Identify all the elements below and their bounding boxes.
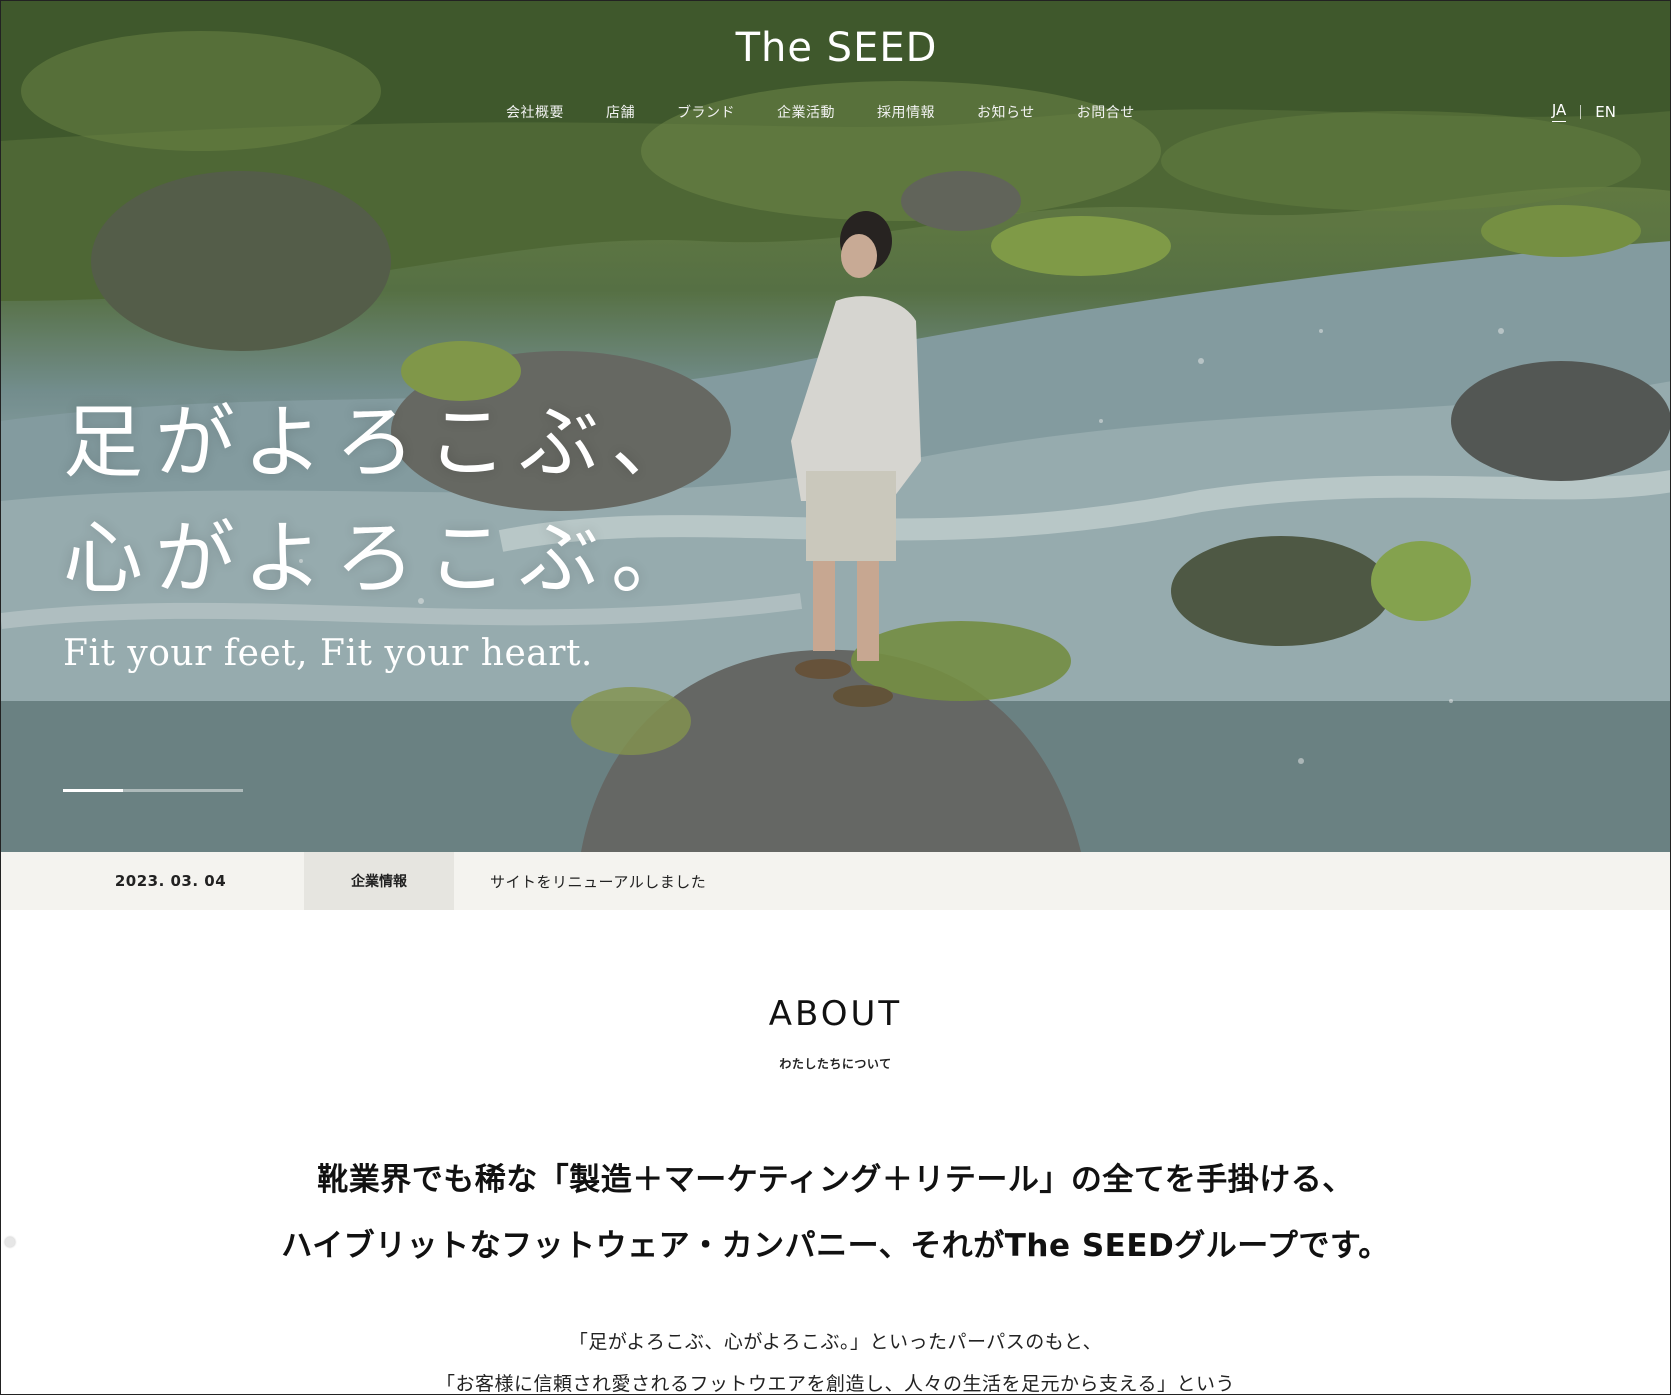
slider-dot-3[interactable] [183, 789, 243, 792]
news-category-badge: 企業情報 [304, 852, 454, 910]
hero-title-line-1: 足がよろこぶ、 [63, 396, 703, 489]
slider-dot-2[interactable] [123, 789, 183, 792]
nav-item-company[interactable]: 会社概要 [506, 102, 564, 122]
nav-item-stores[interactable]: 店舗 [606, 102, 635, 122]
hero-title: 足がよろこぶ、 心がよろこぶ。 [63, 385, 703, 617]
language-switcher: JA EN [1551, 101, 1616, 122]
slider-dot-1[interactable] [63, 789, 123, 792]
hero-section: The SEED 会社概要 店舗 ブランド 企業活動 採用情報 お知らせ お問合… [1, 1, 1670, 852]
about-lead-line-2: ハイブリットなフットウェア・カンパニー、それがThe SEEDグループです。 [281, 1228, 1390, 1264]
page: The SEED 会社概要 店舗 ブランド 企業活動 採用情報 お知らせ お問合… [0, 0, 1671, 1395]
nav-item-contact[interactable]: お問合せ [1077, 102, 1135, 122]
hero-title-line-2: 心がよろこぶ。 [63, 512, 703, 605]
nav-item-recruit[interactable]: 採用情報 [877, 102, 935, 122]
news-date: 2023. 03. 04 [114, 872, 227, 890]
nav-item-brands[interactable]: ブランド [677, 102, 735, 122]
site-logo[interactable]: The SEED [1, 25, 1670, 71]
about-body: 「足がよろこぶ、心がよろこぶ。」といったパーパスのもと、 「お客様に信頼され愛さ… [1, 1321, 1670, 1395]
about-body-line-2: 「お客様に信頼され愛されるフットウエアを創造し、人々の生活を足元から支える」とい… [436, 1373, 1235, 1395]
nav-item-activities[interactable]: 企業活動 [777, 102, 835, 122]
about-lead-line-1: 靴業界でも稀な「製造＋マーケティング＋リテール」の全てを手掛ける、 [317, 1162, 1354, 1198]
news-ticker: 2023. 03. 04 企業情報 サイトをリニューアルしました [1, 852, 1670, 910]
lang-ja-link[interactable]: JA [1551, 101, 1567, 122]
slider-indicator [63, 789, 243, 792]
about-heading: ABOUT [768, 994, 903, 1034]
news-title-link[interactable]: サイトをリニューアルしました [454, 852, 706, 910]
nav-item-news[interactable]: お知らせ [977, 102, 1035, 122]
main-nav: 会社概要 店舗 ブランド 企業活動 採用情報 お知らせ お問合せ [506, 102, 1177, 122]
about-lead: 靴業界でも稀な「製造＋マーケティング＋リテール」の全てを手掛ける、 ハイブリット… [1, 1147, 1670, 1279]
lang-en-link[interactable]: EN [1595, 103, 1616, 121]
about-subheading: わたしたちについて [779, 1057, 892, 1071]
scroll-handle[interactable] [5, 1237, 15, 1247]
about-body-line-1: 「足がよろこぶ、心がよろこぶ。」といったパーパスのもと、 [568, 1331, 1103, 1353]
lang-divider [1580, 104, 1582, 119]
hero-subtitle: Fit your feet, Fit your heart. [63, 633, 593, 674]
